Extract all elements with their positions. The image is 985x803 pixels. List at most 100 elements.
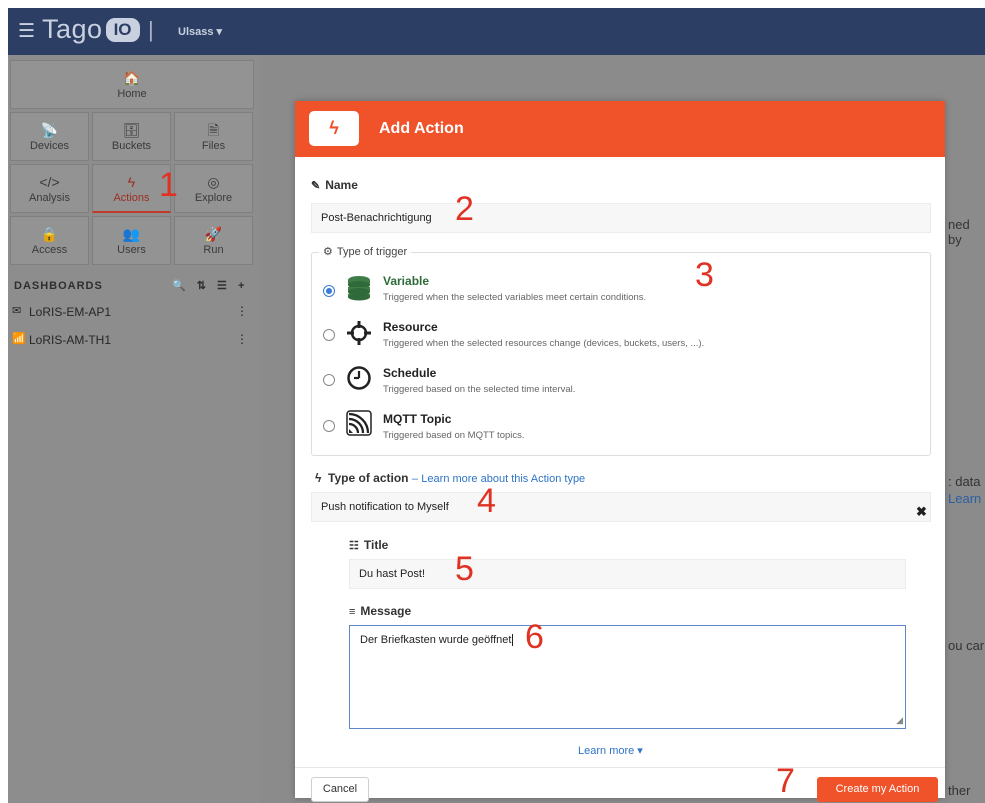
text-cursor — [512, 634, 514, 646]
dashboards-tools[interactable]: 🔍 ⇅ ☰ + — [172, 279, 248, 292]
database-icon: 🗄 — [122, 122, 141, 138]
sidebar-tile-analysis[interactable]: </> Analysis — [10, 164, 89, 213]
footer-divider — [295, 767, 945, 768]
tago-logo[interactable]: Tago IO — [42, 14, 140, 45]
sidebar-tile-buckets[interactable]: 🗄 Buckets — [92, 112, 171, 161]
close-icon[interactable]: ✖ — [916, 504, 927, 520]
name-label: ✎ Name — [311, 178, 358, 192]
sidebar-tile-devices[interactable]: 📡 Devices — [10, 112, 89, 161]
trigger-radio-variable[interactable] — [323, 285, 335, 297]
trigger-desc: Triggered when the selected resources ch… — [383, 338, 705, 349]
dashboard-label: LoRIS-AM-TH1 — [29, 333, 112, 347]
trigger-radio-resource[interactable] — [323, 329, 335, 341]
tile-label: Explore — [194, 192, 233, 204]
resize-handle-icon[interactable]: ◢ — [896, 715, 903, 726]
app-window: ☰ Tago IO | Ulsass ▾ 🏠 Home 📡 Devices 🗄 … — [8, 8, 985, 803]
message-label: ≡ Message — [349, 604, 411, 618]
message-textarea[interactable]: Der Briefkasten wurde geöffnet ◢ — [349, 625, 906, 729]
tile-label: Analysis — [29, 192, 70, 204]
tile-label: Devices — [29, 140, 70, 152]
learn-more-link[interactable]: Learn more ▾ — [578, 744, 643, 757]
background-text: ther ex — [948, 783, 971, 803]
sidebar-tile-explore[interactable]: ◎ Explore — [174, 164, 253, 213]
rocket-icon: 🚀 — [204, 226, 223, 242]
name-input[interactable]: Post-Benachrichtigung — [311, 203, 931, 233]
compass-icon: ◎ — [207, 174, 220, 190]
tile-label: Run — [203, 244, 224, 256]
dashboards-header: DASHBOARDS 🔍 ⇅ ☰ + — [8, 274, 260, 298]
gear-icon: ⚙ — [323, 246, 333, 258]
trigger-desc: Triggered based on the selected time int… — [383, 384, 576, 395]
annotation-number: 6 — [525, 618, 544, 656]
sidebar-tile-home[interactable]: 🏠 Home — [10, 60, 254, 109]
modal-title: Add Action — [379, 120, 464, 137]
trigger-desc: Triggered when the selected variables me… — [383, 292, 647, 303]
label-text: Name — [325, 178, 358, 192]
label-text: Title — [363, 538, 389, 552]
trigger-radio-mqtt[interactable] — [323, 420, 335, 432]
logo-text: Tago — [42, 14, 103, 44]
tile-label: Buckets — [111, 140, 152, 152]
dashboard-item[interactable]: 📶 LoRIS-AM-TH1 ⋮ — [8, 329, 260, 351]
kebab-icon[interactable]: ⋮ — [236, 332, 248, 346]
annotation-number: 4 — [477, 482, 496, 520]
sidebar-tile-run[interactable]: 🚀 Run — [174, 216, 253, 265]
code-icon: </> — [39, 174, 60, 190]
crosshair-icon — [347, 321, 371, 345]
trigger-title[interactable]: Variable — [383, 274, 429, 288]
dashboard-item[interactable]: ✉ LoRIS-EM-AP1 ⋮ — [8, 301, 260, 323]
background-text: : data — [948, 474, 981, 489]
annotation-number: 2 — [455, 190, 474, 228]
top-bar: ☰ Tago IO | Ulsass ▾ — [8, 8, 985, 55]
trigger-title[interactable]: Schedule — [383, 366, 436, 380]
clock-icon — [347, 366, 371, 390]
mqtt-icon — [346, 410, 372, 436]
align-icon: ≡ — [349, 606, 356, 618]
dashboards-title: DASHBOARDS — [14, 280, 103, 292]
legend-text: Type of trigger — [336, 246, 408, 258]
tile-label: Access — [31, 244, 68, 256]
trigger-title[interactable]: Resource — [383, 320, 438, 334]
envelope-icon: ✉ — [12, 305, 22, 317]
title-input[interactable]: Du hast Post! — [349, 559, 906, 589]
users-icon: 👥 — [122, 226, 141, 242]
action-type-select[interactable]: Push notification to Myself — [311, 492, 931, 522]
background-text: ou car — [948, 638, 985, 653]
kebab-icon[interactable]: ⋮ — [236, 304, 248, 318]
background-link: Learn — [948, 491, 982, 506]
annotation-number: 5 — [455, 550, 474, 588]
create-action-button[interactable]: Create my Action — [817, 777, 938, 802]
trigger-title[interactable]: MQTT Topic — [383, 412, 451, 426]
annotation-number: 1 — [159, 166, 178, 204]
learn-more-action-link[interactable]: Learn more about this Action type — [421, 473, 585, 485]
sidebar-tile-files[interactable]: 🗎 Files — [174, 112, 253, 161]
file-icon: 🗎 — [207, 122, 220, 138]
lock-icon: 🔒 — [40, 226, 59, 242]
label-text: Type of action — [328, 471, 409, 485]
modal-header: ϟ Add Action — [295, 101, 945, 157]
sidebar-tile-access[interactable]: 🔒 Access — [10, 216, 89, 265]
logo-badge: IO — [105, 17, 140, 42]
pencil-icon: ✎ — [311, 180, 321, 192]
title-label: ☷ Title — [349, 538, 388, 552]
list-icon: ☷ — [349, 540, 359, 552]
dashboard-label: LoRIS-EM-AP1 — [29, 305, 112, 319]
message-text: Der Briefkasten wurde geöffnet — [360, 634, 512, 646]
trigger-radio-schedule[interactable] — [323, 374, 335, 386]
add-action-modal: ϟ Add Action ✎ Name Post-Benachrichtigung… — [295, 101, 945, 802]
tile-label: Users — [117, 244, 146, 256]
bolt-icon: ϟ — [309, 111, 359, 146]
cancel-button[interactable]: Cancel — [311, 777, 369, 802]
account-selector[interactable]: Ulsass ▾ — [178, 25, 222, 38]
rss-icon: 📶 — [12, 333, 26, 345]
tile-label: Files — [201, 140, 226, 152]
menu-icon[interactable]: ☰ — [18, 20, 35, 43]
annotation-number: 7 — [776, 762, 795, 800]
antenna-icon: 📡 — [40, 122, 59, 138]
trigger-desc: Triggered based on MQTT topics. — [383, 430, 525, 441]
action-dash: – — [411, 473, 418, 485]
home-icon: 🏠 — [123, 70, 141, 86]
label-text: Message — [360, 604, 412, 618]
sidebar-tile-users[interactable]: 👥 Users — [92, 216, 171, 265]
database-icon — [348, 276, 370, 301]
